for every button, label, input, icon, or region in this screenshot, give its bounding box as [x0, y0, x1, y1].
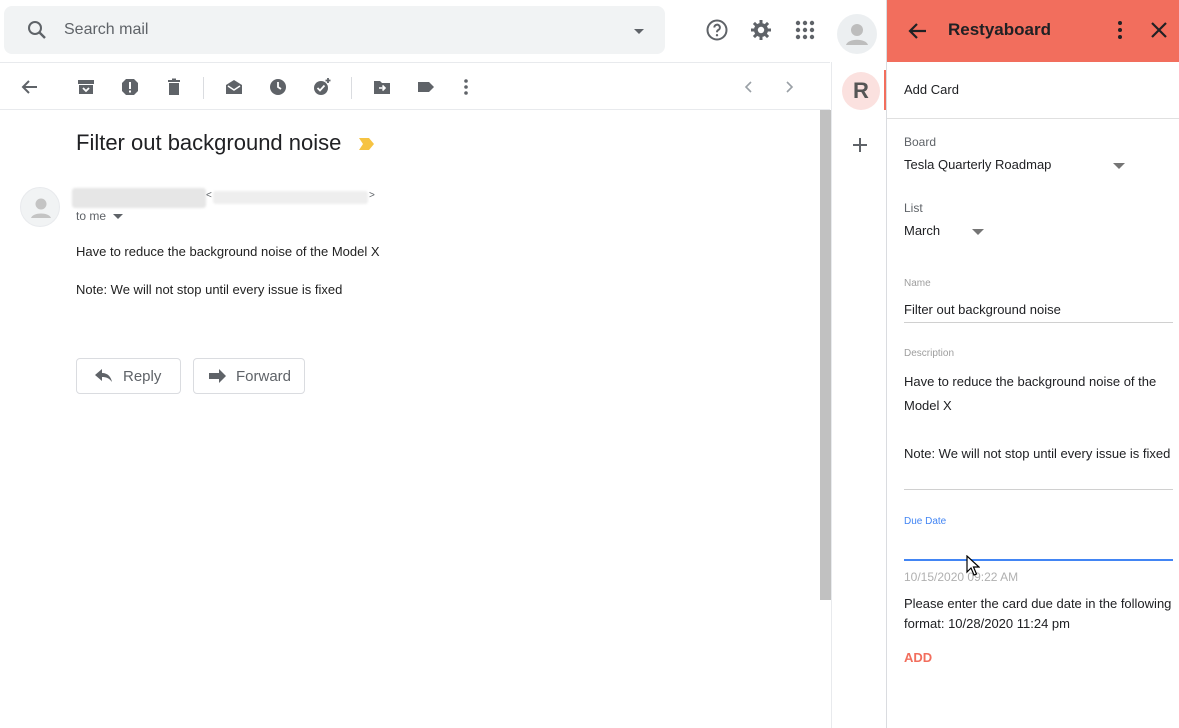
- section-divider: [887, 118, 1179, 119]
- search-bar[interactable]: [4, 6, 665, 54]
- prev-chevron-icon[interactable]: [739, 77, 759, 97]
- forward-button[interactable]: Forward: [193, 358, 305, 394]
- forward-label: Forward: [236, 367, 292, 385]
- settings-icon[interactable]: [749, 18, 773, 42]
- reply-label: Reply: [123, 367, 162, 385]
- board-dropdown-icon[interactable]: [1113, 163, 1125, 170]
- due-date-help-text: Please enter the card due date in the fo…: [904, 596, 1172, 631]
- back-arrow-icon[interactable]: [20, 77, 40, 97]
- toolbar-divider: [351, 77, 352, 99]
- labels-icon[interactable]: [416, 77, 436, 97]
- description-line: Note: We will not stop until every issue…: [904, 446, 1171, 461]
- name-input[interactable]: Filter out background noise: [904, 302, 1061, 317]
- reply-button[interactable]: Reply: [76, 358, 181, 394]
- email-body-line: Note: We will not stop until every issue…: [76, 282, 343, 297]
- delete-icon[interactable]: [164, 77, 184, 97]
- important-marker-icon[interactable]: [359, 138, 375, 150]
- panel-title: Restyaboard: [948, 20, 1051, 39]
- addon-rail: R: [832, 62, 887, 728]
- board-select[interactable]: Tesla Quarterly Roadmap: [904, 157, 1051, 172]
- email-view: Filter out background noise < > to me Ha…: [0, 110, 818, 728]
- sender-name-redacted: [72, 188, 206, 208]
- restyaboard-addon-icon[interactable]: R: [842, 72, 880, 110]
- recipient-label[interactable]: to me: [76, 209, 106, 223]
- due-date-input[interactable]: [904, 532, 1173, 558]
- close-icon[interactable]: [1150, 21, 1168, 39]
- toolbar-divider: [203, 77, 204, 99]
- description-textarea[interactable]: Have to reduce the background noise of t…: [904, 370, 1176, 466]
- more-vert-icon[interactable]: [456, 77, 476, 97]
- sender-avatar: [20, 187, 60, 227]
- plus-icon[interactable]: [852, 137, 868, 153]
- sender-email-close: >: [369, 190, 375, 201]
- sender-email-redacted: [213, 191, 368, 204]
- forward-icon: [208, 369, 226, 383]
- help-icon[interactable]: [705, 18, 729, 42]
- due-date-placeholder: 10/15/2020 09:22 AM: [904, 570, 1019, 584]
- next-chevron-icon[interactable]: [779, 77, 799, 97]
- archive-icon[interactable]: [76, 77, 96, 97]
- message-toolbar: [0, 62, 830, 110]
- mail-scrollbar[interactable]: [820, 110, 831, 600]
- due-date-focus-underline: [904, 559, 1173, 561]
- name-label: Name: [904, 278, 931, 289]
- mark-unread-icon[interactable]: [224, 77, 244, 97]
- board-label: Board: [904, 135, 937, 149]
- reply-icon: [95, 369, 113, 383]
- add-card-button[interactable]: ADD: [904, 650, 932, 665]
- mouse-cursor-icon: [966, 555, 980, 577]
- search-input[interactable]: [64, 18, 604, 42]
- name-underline: [904, 322, 1173, 323]
- search-icon[interactable]: [25, 18, 49, 42]
- description-blank-line: [904, 418, 1176, 442]
- recipient-details-caret-icon[interactable]: [113, 214, 123, 220]
- add-task-icon[interactable]: [312, 77, 332, 97]
- sender-email-open: <: [206, 190, 212, 201]
- snooze-icon[interactable]: [268, 77, 288, 97]
- account-avatar-icon[interactable]: [837, 14, 877, 54]
- panel-header: Restyaboard: [887, 0, 1179, 62]
- move-to-icon[interactable]: [372, 77, 392, 97]
- more-vert-icon[interactable]: [1110, 19, 1130, 41]
- add-card-heading: Add Card: [904, 82, 959, 97]
- due-date-label: Due Date: [904, 516, 947, 527]
- apps-grid-icon[interactable]: [793, 18, 817, 42]
- email-subject: Filter out background noise: [76, 130, 342, 155]
- description-underline: [904, 489, 1173, 490]
- back-arrow-icon[interactable]: [908, 21, 928, 41]
- description-line: Have to reduce the background noise of t…: [904, 374, 1157, 413]
- list-label: List: [904, 201, 923, 215]
- restyaboard-panel: Restyaboard Add Card Board Tesla Quarter…: [886, 0, 1179, 728]
- list-select[interactable]: March: [904, 223, 940, 238]
- top-bar: [0, 0, 886, 62]
- list-dropdown-icon[interactable]: [972, 229, 984, 236]
- search-options-caret-icon[interactable]: [628, 20, 650, 42]
- report-spam-icon[interactable]: [120, 77, 140, 97]
- description-label: Description: [904, 348, 955, 359]
- email-body-line: Have to reduce the background noise of t…: [76, 244, 380, 259]
